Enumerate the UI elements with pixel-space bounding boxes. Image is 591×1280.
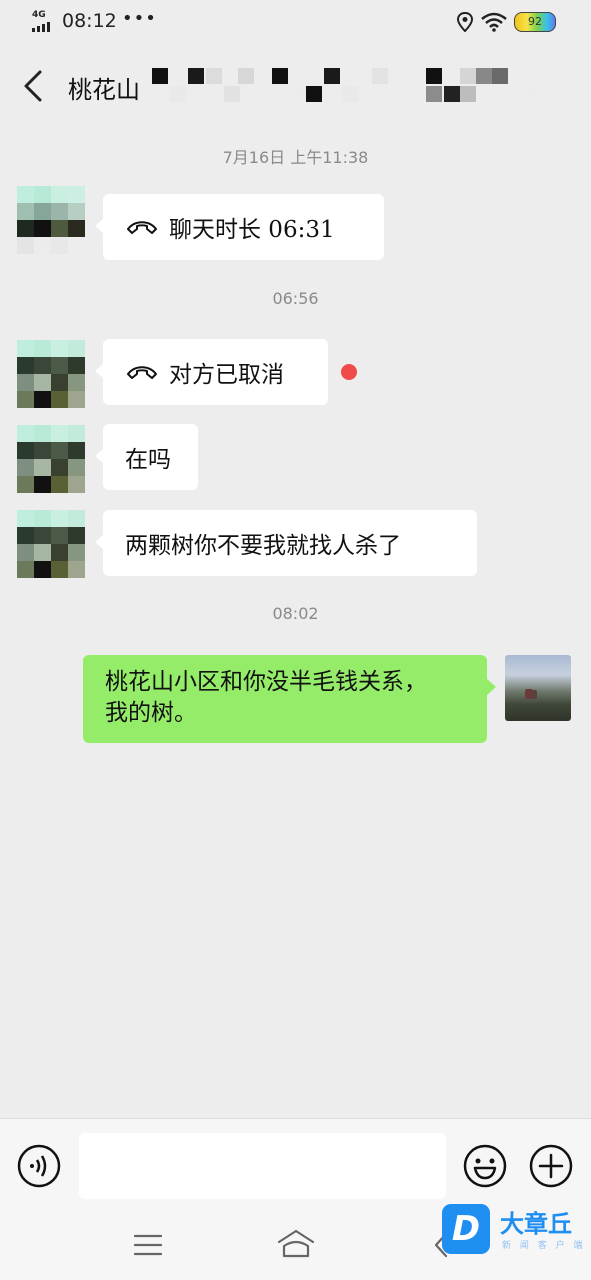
message-text: 两颗树你不要我就找人杀了: [125, 533, 401, 559]
emoji-icon[interactable]: [463, 1144, 507, 1188]
contact-avatar[interactable]: [17, 425, 85, 493]
message-text-line1: 桃花山小区和你没半毛钱关系，: [105, 669, 427, 695]
message-input[interactable]: [79, 1133, 446, 1199]
call-cancelled-text: 对方已取消: [169, 362, 284, 388]
watermark-tagline: 新 闻 客 户 端: [502, 1241, 586, 1251]
message-bubble[interactable]: 两颗树你不要我就找人杀了: [95, 510, 477, 576]
chat-header: 桃花山: [0, 44, 591, 128]
home-icon[interactable]: [276, 1228, 316, 1260]
phone-hangup-icon: [127, 221, 157, 234]
contact-avatar[interactable]: [17, 186, 85, 254]
my-avatar[interactable]: [505, 655, 571, 721]
menu-icon[interactable]: [133, 1232, 163, 1258]
call-duration-text: 聊天时长 06:31: [169, 217, 335, 243]
voice-icon[interactable]: [17, 1144, 61, 1188]
timestamp: 08:02: [272, 604, 319, 623]
signal-icon: 4G: [32, 10, 58, 32]
plus-icon[interactable]: [529, 1144, 573, 1188]
battery-icon: 92: [514, 12, 556, 32]
status-more-dots: •••: [122, 8, 157, 29]
input-bar: [0, 1118, 591, 1212]
contact-avatar[interactable]: [17, 340, 85, 408]
timestamp: 06:56: [272, 289, 319, 308]
timestamp: 7月16日 上午11:38: [222, 148, 369, 167]
contact-avatar[interactable]: [17, 510, 85, 578]
watermark-logo: D: [442, 1204, 490, 1254]
watermark-brand: 大章丘: [500, 1210, 572, 1238]
phone-hangup-icon: [127, 366, 157, 379]
redacted-name-mosaic: [150, 64, 560, 104]
chat-title: 桃花山: [68, 76, 140, 104]
network-type: 4G: [32, 10, 46, 20]
message-bubble[interactable]: 在吗: [95, 424, 198, 490]
status-bar: 4G 08:12 ••• 92: [0, 0, 591, 44]
message-text: 在吗: [125, 447, 171, 473]
call-record-bubble[interactable]: 聊天时长 06:31: [95, 194, 384, 260]
status-time: 08:12: [62, 10, 117, 32]
outgoing-message-bubble[interactable]: 桃花山小区和你没半毛钱关系， 我的树。: [83, 655, 496, 743]
location-icon: [456, 12, 474, 32]
unread-dot: [341, 364, 357, 380]
wifi-icon: [481, 12, 507, 32]
chevron-left-icon[interactable]: [18, 66, 48, 106]
message-text-line2: 我的树。: [105, 700, 197, 726]
call-record-bubble[interactable]: 对方已取消: [95, 339, 328, 405]
